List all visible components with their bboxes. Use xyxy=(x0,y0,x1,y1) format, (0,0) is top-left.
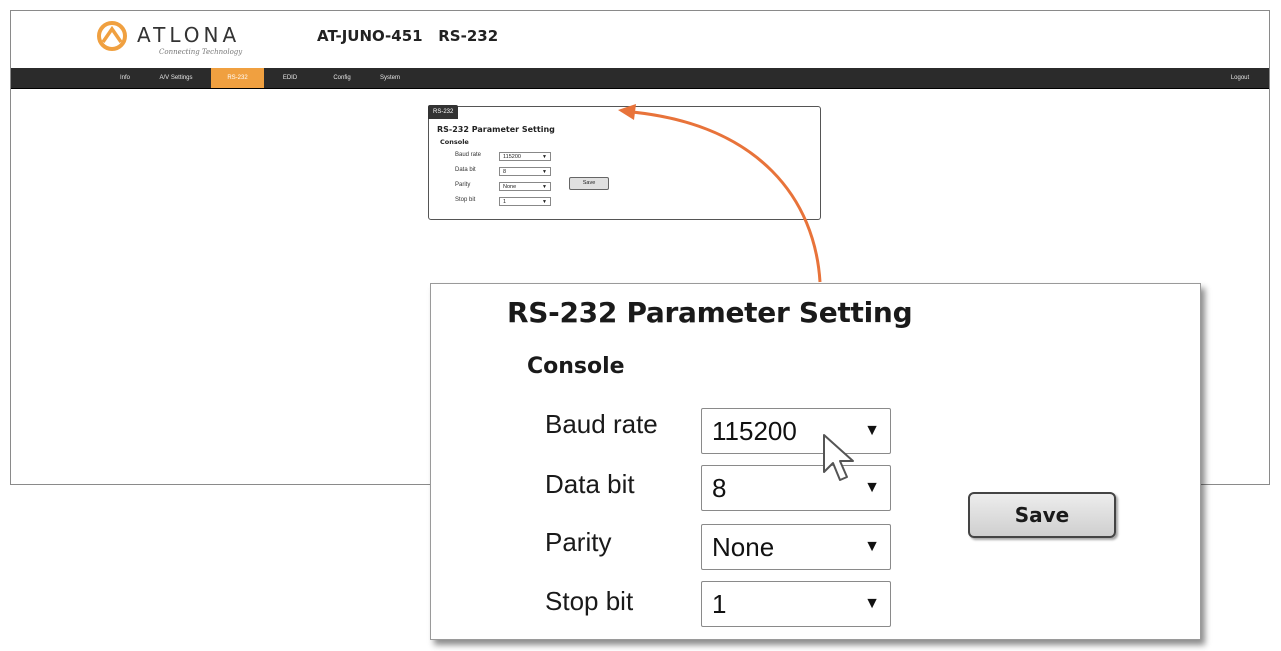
nav-item-system[interactable]: System xyxy=(373,68,407,88)
zoomed-parity-select[interactable]: None ▼ xyxy=(701,524,891,570)
atlona-logo[interactable]: ATLONA Connecting Technology xyxy=(97,21,287,71)
logout-link[interactable]: Logout xyxy=(1225,68,1255,88)
dropdown-arrow-icon: ▼ xyxy=(542,184,547,190)
zoomed-label-stop-bit: Stop bit xyxy=(545,586,634,616)
zoomed-data-bit-value: 8 xyxy=(712,473,727,503)
label-stop-bit: Stop bit xyxy=(455,197,476,203)
main-navbar: Info A/V Settings RS-232 EDID Config Sys… xyxy=(11,68,1269,89)
mouse-pointer-icon xyxy=(823,434,854,481)
dropdown-arrow-icon: ▼ xyxy=(864,479,880,496)
zoomed-baud-rate-value: 115200 xyxy=(712,416,797,446)
brand-name: ATLONA xyxy=(137,23,241,47)
zoomed-label-parity: Parity xyxy=(545,527,612,557)
panel-title: RS-232 Parameter Setting xyxy=(437,125,555,134)
nav-item-edid[interactable]: EDID xyxy=(275,68,305,88)
zoomed-stop-bit-value: 1 xyxy=(712,589,727,619)
nav-item-info[interactable]: Info xyxy=(113,68,137,88)
zoomed-panel: RS-232 Parameter Setting Console Baud ra… xyxy=(430,283,1201,640)
data-bit-select[interactable]: 8 ▼ xyxy=(499,167,551,176)
brand-tagline: Connecting Technology xyxy=(159,48,243,56)
dropdown-arrow-icon: ▼ xyxy=(542,199,547,205)
panel-tab-rs232: RS-232 xyxy=(428,105,459,119)
data-bit-value: 8 xyxy=(503,169,507,175)
zoomed-section-console: Console xyxy=(527,354,625,379)
zoomed-parity-value: None xyxy=(712,532,775,562)
dropdown-arrow-icon: ▼ xyxy=(542,154,547,160)
rs232-panel: RS-232 RS-232 Parameter Setting Console … xyxy=(428,105,821,220)
zoomed-stop-bit-select[interactable]: 1 ▼ xyxy=(701,581,891,627)
zoomed-panel-title: RS-232 Parameter Setting xyxy=(507,296,913,329)
section-console: Console xyxy=(440,138,469,146)
dropdown-arrow-icon: ▼ xyxy=(864,595,880,612)
stop-bit-value: 1 xyxy=(503,199,507,205)
nav-item-rs232[interactable]: RS-232 xyxy=(211,68,264,88)
dropdown-arrow-icon: ▼ xyxy=(864,538,880,555)
nav-item-config[interactable]: Config xyxy=(325,68,359,88)
zoomed-label-data-bit: Data bit xyxy=(545,469,635,499)
device-title: AT-JUNO-451 RS-232 xyxy=(317,27,499,45)
nav-item-av-settings[interactable]: A/V Settings xyxy=(151,68,201,88)
dropdown-arrow-icon: ▼ xyxy=(542,169,547,175)
dropdown-arrow-icon: ▼ xyxy=(864,422,880,439)
zoomed-label-baud-rate: Baud rate xyxy=(545,409,658,439)
label-data-bit: Data bit xyxy=(455,167,476,173)
atlona-logo-icon xyxy=(97,21,127,51)
baud-rate-select[interactable]: 115200 ▼ xyxy=(499,152,551,161)
label-parity: Parity xyxy=(455,182,471,188)
label-baud-rate: Baud rate xyxy=(455,152,482,158)
zoomed-save-button[interactable]: Save xyxy=(968,492,1116,538)
stop-bit-select[interactable]: 1 ▼ xyxy=(499,197,551,206)
baud-rate-value: 115200 xyxy=(503,154,521,160)
save-button[interactable]: Save xyxy=(569,177,609,190)
parity-value: None xyxy=(503,184,517,190)
parity-select[interactable]: None ▼ xyxy=(499,182,551,191)
